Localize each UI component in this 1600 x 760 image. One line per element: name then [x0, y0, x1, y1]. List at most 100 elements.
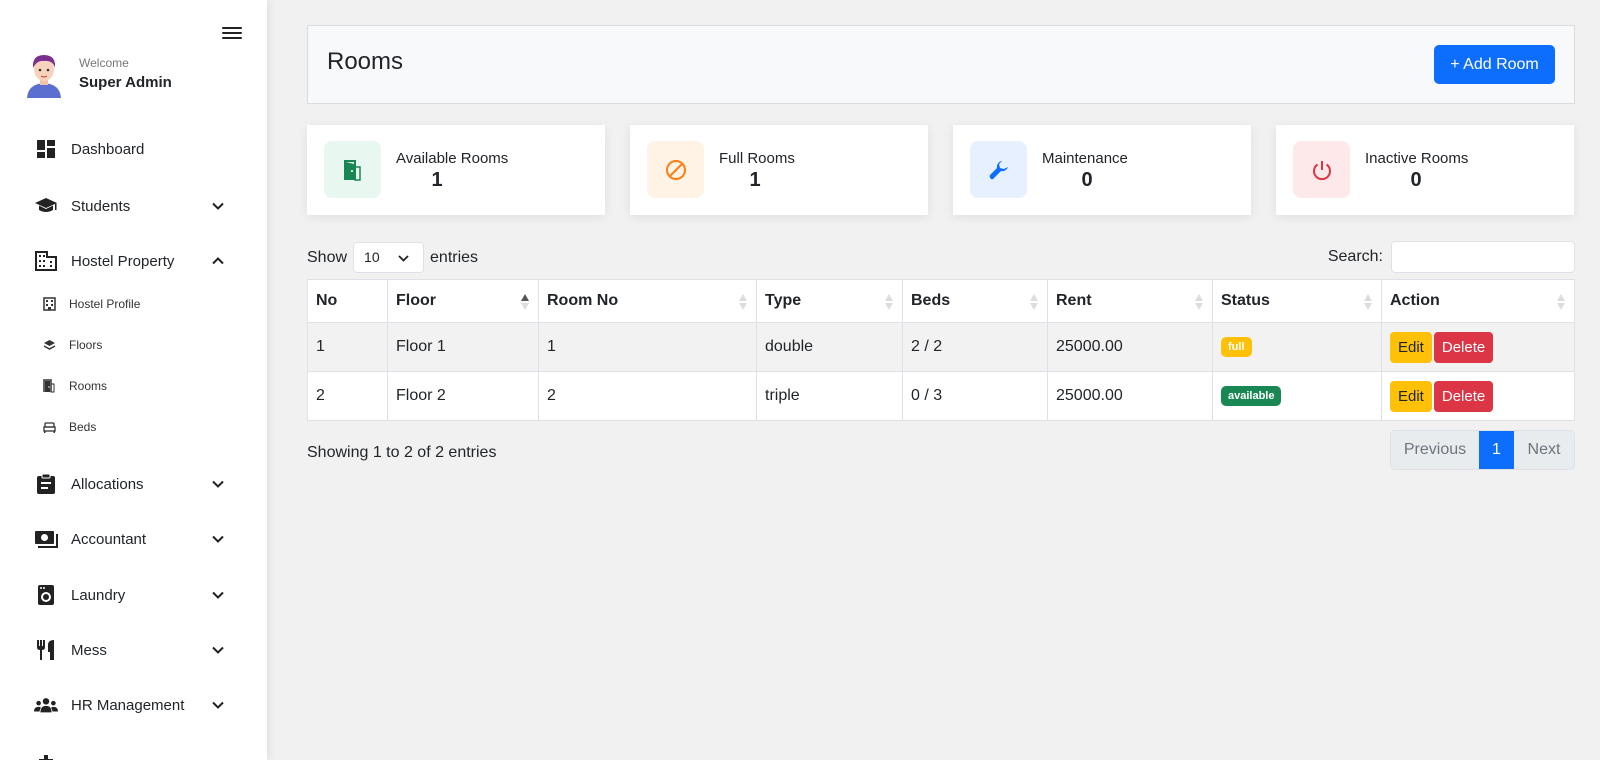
entries-select-value: 10 — [364, 249, 380, 265]
stat-label: Maintenance — [1042, 150, 1128, 167]
cell-type: double — [756, 322, 903, 372]
sort-icon — [1557, 294, 1565, 310]
utensils-icon — [34, 638, 58, 662]
column-header-floor[interactable]: Floor — [387, 279, 539, 323]
stat-label: Full Rooms — [719, 150, 795, 167]
column-header-status[interactable]: Status — [1212, 279, 1382, 323]
clipboard-icon — [34, 472, 58, 496]
chevron-down-icon — [212, 535, 224, 543]
column-header-label: Room No — [547, 292, 619, 309]
sidebar-subitem-rooms[interactable]: Rooms — [42, 376, 107, 396]
column-header-label: Action — [1390, 292, 1440, 309]
stat-value: 1 — [431, 169, 443, 191]
entries-label: entries — [430, 248, 479, 266]
sidebar-item-hostel-property[interactable]: Hostel Property — [34, 249, 234, 273]
sidebar-item-label: Students — [71, 197, 131, 215]
column-header-room-no[interactable]: Room No — [538, 279, 757, 323]
delete-button[interactable]: Delete — [1433, 331, 1494, 363]
ban-icon — [647, 141, 704, 198]
column-header-label: Status — [1221, 292, 1270, 309]
sort-icon — [1030, 294, 1038, 310]
stat-card-inactive: Inactive Rooms 0 — [1276, 125, 1574, 215]
table-row: 2 Floor 2 2 triple 0 / 3 25000.00 availa… — [307, 371, 1575, 421]
sidebar-item-laundry[interactable]: Laundry — [34, 583, 234, 607]
door-open-icon — [324, 141, 381, 198]
sidebar-item-label: Laundry — [71, 586, 126, 604]
chevron-down-icon — [212, 202, 224, 210]
building-icon — [34, 249, 58, 273]
previous-page-button[interactable]: Previous — [1391, 431, 1479, 469]
column-header-label: Floor — [396, 292, 436, 309]
chevron-down-icon — [398, 255, 409, 262]
avatar — [24, 50, 64, 98]
table-info: Showing 1 to 2 of 2 entries — [307, 444, 497, 461]
hamburger-menu-icon[interactable] — [222, 24, 244, 42]
sidebar: Welcome Super Admin Dashboard Students H… — [0, 0, 267, 760]
sort-asc-icon — [521, 294, 529, 310]
column-header-label: No — [316, 292, 338, 309]
entries-select[interactable]: 10 — [353, 242, 425, 273]
cell-no: 2 — [307, 371, 388, 421]
page-1-button[interactable]: 1 — [1479, 431, 1514, 469]
cell-rent: 25000.00 — [1047, 322, 1213, 372]
sidebar-item-label: Mess — [71, 641, 107, 659]
column-header-beds[interactable]: Beds — [902, 279, 1048, 323]
chevron-down-icon — [212, 480, 224, 488]
sidebar-subitem-label: Beds — [69, 420, 97, 434]
stat-value: 1 — [749, 169, 761, 191]
stat-card-maintenance: Maintenance 0 — [953, 125, 1251, 215]
column-header-action[interactable]: Action — [1381, 279, 1575, 323]
cell-status: full — [1212, 322, 1382, 372]
cell-beds: 0 / 3 — [902, 371, 1048, 421]
column-header-label: Rent — [1056, 292, 1092, 309]
dashboard-icon — [34, 137, 58, 161]
entries-length-control: Show 10 entries — [307, 242, 478, 273]
show-label: Show — [307, 248, 348, 266]
stat-label: Inactive Rooms — [1365, 150, 1469, 167]
chevron-down-icon — [212, 701, 224, 709]
cell-floor: Floor 1 — [387, 322, 539, 372]
table-header-row: No Floor Room No Type Beds Rent Status A… — [307, 279, 1575, 323]
column-header-label: Beds — [911, 292, 951, 309]
sort-icon — [885, 294, 893, 310]
door-icon — [42, 379, 56, 393]
column-header-type[interactable]: Type — [756, 279, 903, 323]
sidebar-item-students[interactable]: Students — [34, 194, 234, 218]
sidebar-subitem-label: Floors — [69, 338, 103, 352]
users-icon — [34, 693, 58, 717]
edit-button[interactable]: Edit — [1390, 380, 1432, 412]
chevron-down-icon — [212, 646, 224, 654]
sidebar-item-allocations[interactable]: Allocations — [34, 472, 234, 496]
chevron-up-icon — [212, 257, 224, 265]
table-row: 1 Floor 1 1 double 2 / 2 25000.00 full E… — [307, 322, 1575, 372]
sidebar-item-accountant[interactable]: Accountant — [34, 527, 234, 551]
delete-button[interactable]: Delete — [1433, 380, 1494, 412]
hotel-icon — [42, 297, 56, 311]
money-icon — [34, 527, 58, 551]
sidebar-subitem-beds[interactable]: Beds — [42, 417, 96, 437]
sidebar-item-mess[interactable]: Mess — [34, 638, 234, 662]
sidebar-subitem-hostel-profile[interactable]: Hostel Profile — [42, 294, 140, 314]
settings-icon — [36, 752, 56, 760]
search-label: Search: — [1327, 248, 1383, 265]
cell-type: triple — [756, 371, 903, 421]
search-input[interactable] — [1391, 241, 1575, 273]
sidebar-subitem-label: Hostel Profile — [69, 297, 141, 311]
sidebar-item-label: Hostel Property — [71, 252, 175, 270]
column-header-no[interactable]: No — [307, 279, 388, 323]
add-room-button[interactable]: + Add Room — [1434, 45, 1555, 84]
stat-value: 0 — [1081, 169, 1093, 191]
sidebar-item-label: Dashboard — [71, 140, 145, 158]
edit-button[interactable]: Edit — [1390, 331, 1432, 363]
next-page-button[interactable]: Next — [1514, 431, 1574, 469]
column-header-rent[interactable]: Rent — [1047, 279, 1213, 323]
column-header-label: Type — [765, 292, 802, 309]
sidebar-subitem-label: Rooms — [69, 379, 108, 393]
cell-status: available — [1212, 371, 1382, 421]
page-header: Rooms + Add Room — [307, 25, 1575, 104]
sidebar-subitem-floors[interactable]: Floors — [42, 335, 102, 355]
page-title: Rooms — [327, 48, 404, 75]
sidebar-item-dashboard[interactable]: Dashboard — [34, 137, 234, 161]
sidebar-item-hr-management[interactable]: HR Management — [34, 693, 234, 717]
stat-label: Available Rooms — [396, 150, 509, 167]
